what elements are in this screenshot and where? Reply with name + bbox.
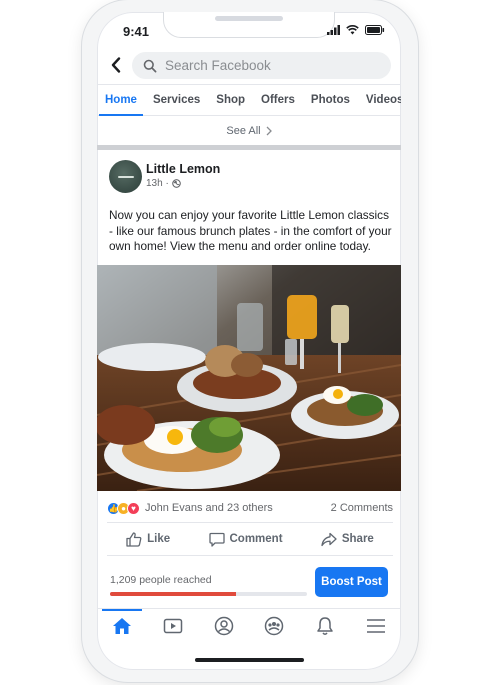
globe-icon: [171, 179, 181, 188]
nav-profile[interactable]: [204, 610, 244, 642]
back-arrow-icon: [111, 57, 121, 73]
status-time: 9:41: [123, 24, 150, 39]
share-label: Share: [341, 533, 374, 545]
tab-home[interactable]: Home: [97, 85, 145, 116]
speaker: [215, 16, 283, 21]
nav-home[interactable]: [102, 608, 143, 642]
battery-icon: [365, 25, 385, 35]
nav-menu[interactable]: [356, 610, 396, 642]
like-button[interactable]: Like: [126, 531, 171, 547]
boost-post-button[interactable]: Boost Post: [315, 567, 388, 597]
phone-screen: 9:41 Search Facebook Home Services Shop …: [97, 12, 401, 670]
chevron-right-icon: [266, 126, 272, 135]
comment-label: Comment: [229, 533, 283, 545]
nav-notifications[interactable]: [305, 610, 345, 642]
like-label: Like: [147, 533, 171, 545]
thumbs-up-icon: [126, 531, 142, 547]
top-bar: [97, 50, 401, 80]
nav-groups[interactable]: [254, 610, 294, 642]
avatar[interactable]: [109, 160, 142, 193]
bell-icon: [317, 616, 333, 635]
search-icon: [143, 59, 157, 73]
tab-offers[interactable]: Offers: [253, 85, 303, 115]
reach-text: 1,209 people reached: [110, 574, 212, 586]
wifi-icon: [346, 25, 359, 35]
comment-button[interactable]: Comment: [208, 532, 283, 547]
comment-icon: [208, 532, 225, 547]
share-button[interactable]: Share: [321, 532, 374, 547]
reach-progress-bar: [110, 592, 307, 596]
groups-icon: [265, 616, 284, 635]
nav-watch[interactable]: [153, 610, 193, 642]
post-photo[interactable]: [97, 265, 401, 491]
post-time: 13h ·: [146, 178, 169, 189]
tab-videos[interactable]: Videos: [358, 85, 401, 115]
reaction-icons[interactable]: 👍 ● ♥: [107, 501, 140, 515]
post-header: Little Lemon 13h ·: [109, 160, 389, 194]
post-text: Now you can enjoy your favorite Little L…: [109, 208, 392, 253]
watch-icon: [163, 618, 183, 633]
reactors-text[interactable]: John Evans and 23 others: [145, 502, 273, 514]
tab-shop[interactable]: Shop: [208, 85, 253, 115]
see-all-label: See All: [226, 124, 261, 137]
reach-progress-fill: [110, 592, 237, 596]
home-indicator: [195, 658, 304, 662]
tab-photos[interactable]: Photos: [303, 85, 358, 115]
brunch-plates-photo: [97, 265, 401, 491]
page-tabs: Home Services Shop Offers Photos Videos: [97, 84, 401, 116]
profile-icon: [214, 616, 233, 635]
post-actions: Like Comment Share: [107, 522, 393, 556]
bottom-nav: [97, 608, 401, 642]
menu-icon: [366, 618, 385, 633]
page-name[interactable]: Little Lemon: [146, 162, 220, 176]
back-button[interactable]: [107, 54, 125, 76]
share-icon: [321, 532, 337, 546]
section-divider: [97, 145, 401, 150]
tab-services[interactable]: Services: [145, 85, 208, 115]
search-input[interactable]: [165, 58, 385, 73]
signal-icon: [327, 25, 340, 35]
reactions-row: 👍 ● ♥ John Evans and 23 others 2 Comment…: [107, 500, 393, 516]
love-reaction-icon: ♥: [127, 501, 140, 515]
home-icon: [113, 617, 132, 634]
comments-count[interactable]: 2 Comments: [331, 502, 393, 514]
search-bar[interactable]: [132, 52, 391, 79]
post-meta: 13h ·: [146, 178, 181, 189]
see-all-link[interactable]: See All: [97, 118, 401, 143]
status-icons: [327, 25, 385, 35]
